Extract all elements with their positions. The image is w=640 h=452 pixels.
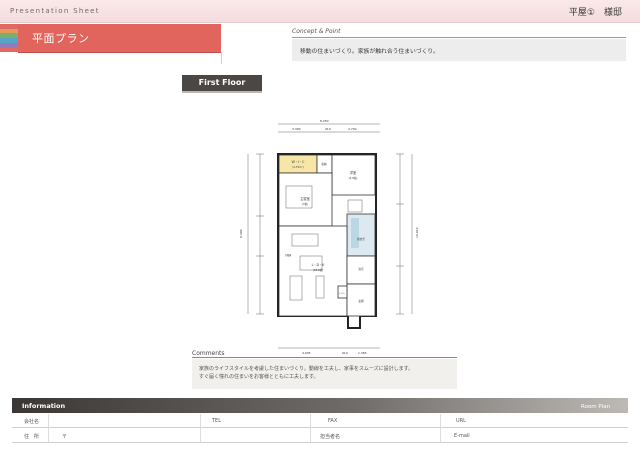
dim-bottom-1: 4,095: [302, 351, 311, 355]
room-label-ldk: L・D・K: [312, 263, 326, 267]
room-label-wic-area: (2.75m²): [292, 165, 303, 169]
room-label-toilet: トイレ: [339, 292, 346, 295]
sheet-title: Presentation Sheet: [10, 7, 100, 15]
dim-top-2: 910: [325, 127, 331, 131]
dim-top-1: 3,390: [292, 127, 301, 131]
concept-text: 移動の住まいづくり。家族が触れ合う住まいづくり。: [300, 49, 439, 55]
floor-tab-shadow: [182, 91, 262, 93]
info-col-divider: [440, 414, 441, 442]
room-label-fridge: 冷蔵庫: [285, 253, 292, 257]
dim-bottom-3: 1,365: [358, 351, 367, 355]
concept-label: Concept & Point: [292, 28, 341, 35]
dim-right-total: 10,010: [415, 227, 419, 238]
info-col-divider: [200, 414, 201, 442]
room-label-entrance: 玄関: [358, 299, 364, 303]
client-name: 平屋① 様邸: [568, 8, 622, 18]
title-band-frame: [0, 52, 222, 64]
info-label: Information: [22, 402, 66, 410]
room-label-dressing: 脱衣室: [357, 237, 365, 241]
dim-top-total: 8,250: [320, 119, 329, 123]
concept-divider: [292, 37, 626, 38]
bathtub: [351, 218, 359, 248]
dim-left-total: 9,490: [239, 229, 243, 238]
dim-bottom-2: 910: [342, 351, 348, 355]
floor-plan: 8,250 3,390 910 2,700 4,095 910 1,365 9,490 …: [239, 119, 419, 355]
info-bar: [12, 398, 628, 413]
room-label-wic: W・I・C: [292, 160, 305, 164]
info-col-divider: [48, 414, 49, 442]
company-name-label: 会社名: [24, 419, 40, 425]
comments-divider: [192, 357, 457, 358]
room-label-master-bedroom-area: (7帖): [302, 202, 308, 206]
info-row-1: [12, 413, 628, 428]
url-label: URL: [456, 418, 466, 424]
fax-label: FAX: [328, 418, 338, 424]
room-label-ldk-area: (18.5帖): [313, 268, 323, 272]
comments-label: Comments: [192, 350, 225, 357]
room-label-bath: 浴室: [358, 267, 364, 271]
floor-tab[interactable]: First Floor: [182, 75, 262, 91]
comment-line-1: 家族のライフスタイルを考慮した住まいづくり。動線を工夫し、家事をスムーズに設計し…: [199, 366, 414, 372]
room-western: [331, 154, 376, 196]
email-label: E-mail: [454, 433, 470, 439]
room-label-storage: 収納: [321, 162, 327, 166]
room-label-western-area: (4.5帖): [349, 176, 358, 180]
comment-line-2: すぐ届く憧れの住まいをお客様とともに工夫します。: [199, 374, 319, 380]
room-wic: [278, 154, 318, 174]
section-title: 平面プラン: [32, 32, 90, 45]
color-stripes: [0, 24, 18, 52]
room-plan-label: Room Plan: [581, 404, 611, 410]
info-col-divider: [310, 414, 311, 442]
dim-top-3: 2,700: [348, 127, 357, 131]
contact-person-label: 担当者名: [320, 434, 341, 440]
tel-label: TEL: [212, 418, 221, 424]
address-label: 住 所: [24, 434, 40, 440]
room-label-western: 洋室: [350, 170, 356, 175]
postal-mark: 〒: [62, 434, 68, 440]
room-label-master-bedroom: 主寝室: [300, 196, 310, 201]
